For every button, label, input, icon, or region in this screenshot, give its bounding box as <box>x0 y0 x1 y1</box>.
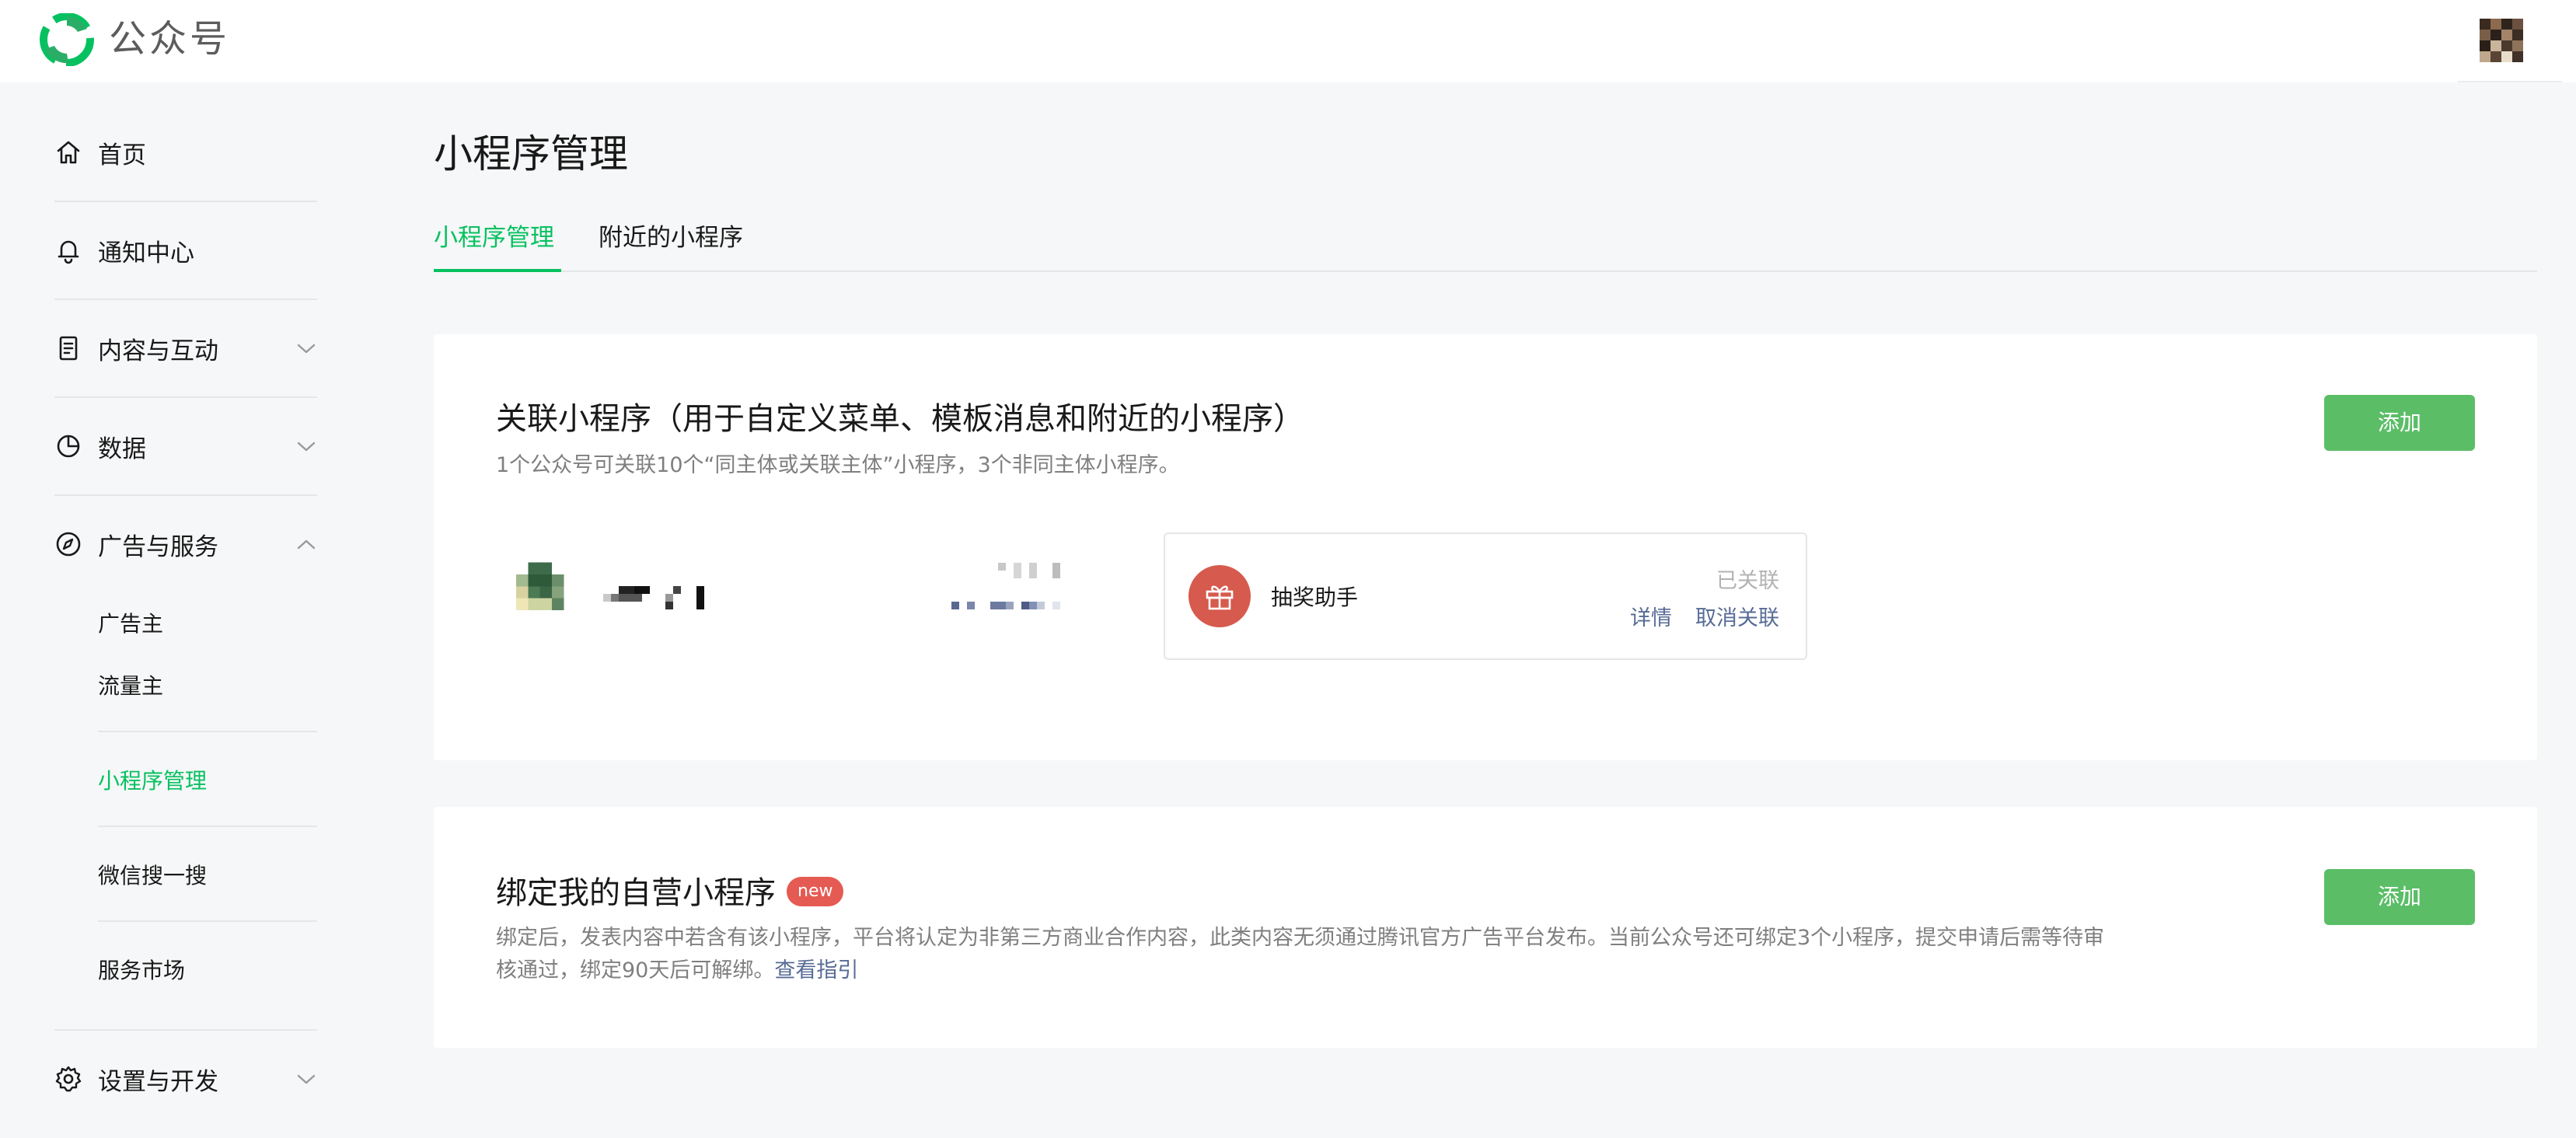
bind-own-miniprogram-card: 绑定我的自营小程序 new 绑定后，发表内容中若含有该小程序，平台将认定为非第三方… <box>434 807 2537 1048</box>
description-line: 核通过，绑定90天后可解绑。 <box>496 958 775 983</box>
pie-chart-icon <box>57 435 80 458</box>
sidebar-subitem-label: 微信搜一搜 <box>98 863 208 888</box>
chevron-down-icon <box>297 344 316 354</box>
divider <box>54 494 317 496</box>
miniprogram-actions: 详情 取消关联 <box>1607 601 1779 631</box>
new-badge: new <box>787 877 844 906</box>
description-line-2: 核通过，绑定90天后可解绑。查看指引 <box>496 955 2284 987</box>
section-description: 1个公众号可关联10个“同主体或关联主体”小程序，3个非同主体小程序。 <box>496 453 1180 477</box>
sidebar-item-label: 首页 <box>98 141 146 169</box>
page-title: 小程序管理 <box>434 131 628 176</box>
view-guide-link[interactable]: 查看指引 <box>774 958 858 983</box>
avatar[interactable] <box>2480 19 2523 62</box>
bell-icon <box>58 240 79 264</box>
section-title: 绑定我的自营小程序 new <box>496 867 844 913</box>
blurred-miniprogram-info <box>951 563 1060 609</box>
divider <box>54 201 317 202</box>
sidebar-item-settings[interactable]: 设置与开发 <box>54 1056 317 1102</box>
sidebar-item-notifications[interactable]: 通知中心 <box>54 227 317 274</box>
sidebar-subitem-publisher[interactable]: 流量主 <box>98 665 163 704</box>
sidebar-item-label: 设置与开发 <box>98 1067 218 1096</box>
divider <box>98 731 317 732</box>
tab-miniprogram-management[interactable]: 小程序管理 <box>434 215 561 272</box>
sidebar: 首页 通知中心 内容与互动 数据 广告与服务 广告主 流量主 小程序管理 微信搜… <box>0 82 326 1138</box>
sidebar-subitem-advertiser[interactable]: 广告主 <box>98 603 163 642</box>
tab-bar: 小程序管理 附近的小程序 <box>434 215 2537 272</box>
blurred-miniprogram-name <box>603 586 704 609</box>
section-title-text: 绑定我的自营小程序 <box>496 875 776 911</box>
section-title: 关联小程序（用于自定义菜单、模板消息和附近的小程序） <box>496 401 1304 437</box>
brand-title: 公众号 <box>109 17 231 61</box>
sidebar-item-home[interactable]: 首页 <box>54 129 317 176</box>
account-menu[interactable] <box>2458 0 2562 82</box>
gear-icon <box>55 1066 82 1092</box>
divider <box>54 396 317 398</box>
sidebar-subitem-service-market[interactable]: 服务市场 <box>98 950 185 989</box>
blurred-miniprogram-avatar <box>516 562 564 610</box>
sidebar-item-label: 广告与服务 <box>98 532 218 561</box>
miniprogram-avatar <box>1189 565 1251 627</box>
sidebar-item-label: 通知中心 <box>98 239 194 267</box>
sidebar-item-label: 内容与互动 <box>98 337 218 365</box>
home-icon <box>57 141 80 164</box>
sidebar-item-label: 数据 <box>98 435 146 463</box>
chevron-down-icon <box>297 1074 316 1084</box>
gift-icon <box>1206 585 1234 610</box>
chevron-down-icon <box>297 442 316 452</box>
sidebar-subitem-label: 小程序管理 <box>98 768 208 794</box>
sidebar-subitem-label: 服务市场 <box>98 958 186 983</box>
add-linked-miniprogram-button[interactable]: 添加 <box>2324 395 2475 451</box>
description-line: 绑定后，发表内容中若含有该小程序，平台将认定为非第三方商业合作内容，此类内容无须… <box>496 926 2105 950</box>
sidebar-subitem-label: 广告主 <box>98 611 164 637</box>
divider <box>54 298 317 300</box>
compass-icon <box>56 532 81 557</box>
section-description: 绑定后，发表内容中若含有该小程序，平台将认定为非第三方商业合作内容，此类内容无须… <box>496 922 2284 987</box>
link-status: 已关联 <box>1716 569 1779 593</box>
divider <box>54 1029 317 1031</box>
top-bar: 公众号 <box>0 0 2576 82</box>
sidebar-item-data[interactable]: 数据 <box>54 423 317 470</box>
tab-nearby-miniprograms[interactable]: 附近的小程序 <box>599 215 743 272</box>
wechat-official-account-logo-icon[interactable] <box>39 13 95 66</box>
document-icon <box>59 336 78 361</box>
sidebar-item-ads-services[interactable]: 广告与服务 <box>54 521 317 567</box>
chevron-up-icon <box>297 539 316 550</box>
divider <box>98 920 317 922</box>
sidebar-subitem-wechat-search[interactable]: 微信搜一搜 <box>98 855 207 894</box>
detail-link[interactable]: 详情 <box>1630 606 1672 630</box>
divider <box>98 826 317 827</box>
sidebar-item-content[interactable]: 内容与互动 <box>54 325 317 372</box>
sidebar-subitem-label: 流量主 <box>98 673 164 699</box>
sidebar-subitem-miniprogram-management[interactable]: 小程序管理 <box>98 760 207 799</box>
add-own-miniprogram-button[interactable]: 添加 <box>2324 869 2475 925</box>
unlink-link[interactable]: 取消关联 <box>1695 606 1779 630</box>
miniprogram-name: 抽奖助手 <box>1271 585 1359 610</box>
linked-miniprogram-item: 抽奖助手 已关联 详情 取消关联 <box>1164 532 1807 660</box>
